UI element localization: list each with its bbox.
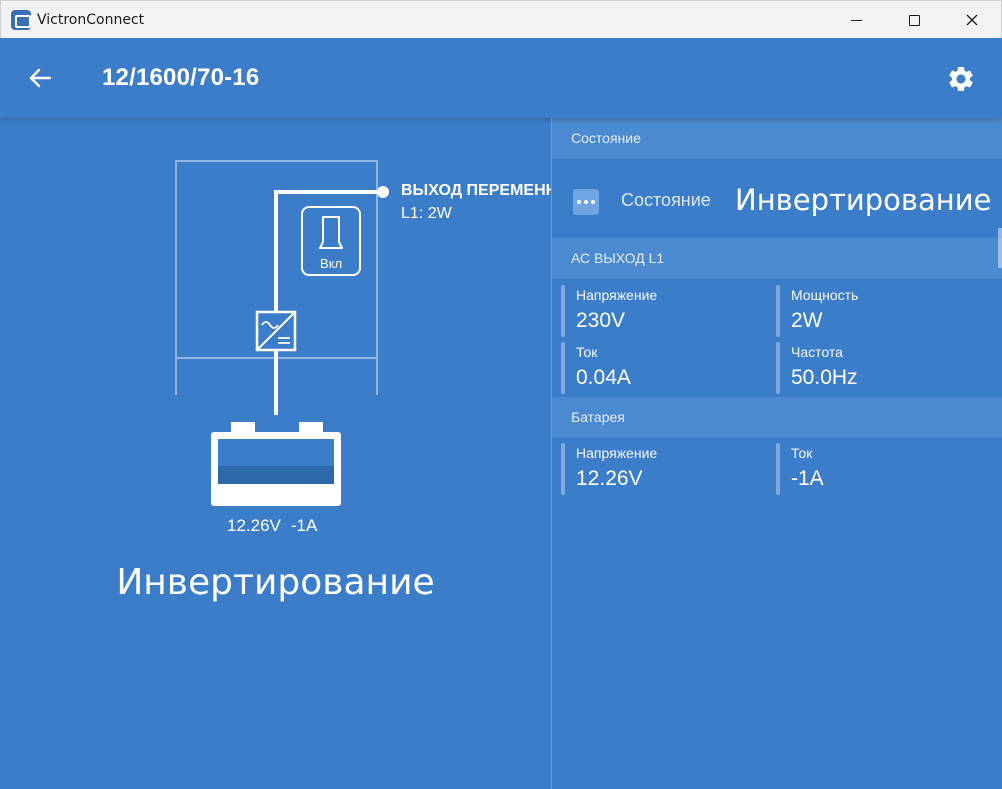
- ac-current-cell: Ток 0.04A: [561, 342, 761, 394]
- switch-label[interactable]: Вкл: [302, 256, 360, 271]
- system-overview-panel: ВЫХОД ПЕРЕМЕНН L1: 2W Вкл 12.26V -1A Инве…: [0, 118, 551, 789]
- ac-voltage-value: 230V: [576, 309, 626, 332]
- maximize-button[interactable]: [885, 1, 943, 39]
- battery-icon: [211, 422, 341, 506]
- output-terminal-dot: [377, 186, 389, 198]
- settings-button[interactable]: [946, 64, 976, 94]
- ac-voltage-label: Напряжение: [576, 287, 658, 303]
- gear-icon: [949, 67, 973, 91]
- device-state-large: Инвертирование: [116, 562, 435, 603]
- battery-current-value: -1A: [791, 467, 824, 490]
- battery-readout: 12.26V -1A: [227, 516, 317, 536]
- ac-frequency-value: 50.0Hz: [791, 366, 858, 389]
- ac-output-section-header: АС ВЫХОД L1: [552, 238, 1002, 279]
- battery-current-label: Ток: [791, 445, 813, 461]
- minimize-button[interactable]: [827, 1, 885, 39]
- state-label: Состояние: [621, 190, 711, 210]
- state-section-header: Состояние: [552, 118, 1002, 159]
- battery-voltage: 12.26V: [227, 516, 281, 535]
- ac-frequency-cell: Частота 50.0Hz: [776, 342, 976, 394]
- victron-app-icon: [11, 10, 31, 30]
- ac-voltage-cell: Напряжение 230V: [561, 285, 761, 337]
- battery-section-header: Батарея: [552, 397, 1002, 438]
- close-button[interactable]: [943, 1, 1001, 39]
- ac-power-cell: Мощность 2W: [776, 285, 976, 337]
- details-panel: Состояние Состояние Инвертирование АС ВЫ…: [552, 118, 1002, 789]
- scroll-indicator[interactable]: [998, 228, 1002, 268]
- battery-current: -1A: [290, 516, 318, 535]
- ac-output-value: L1: 2W: [401, 205, 452, 222]
- state-value: Инвертирование: [735, 183, 992, 217]
- ac-frequency-label: Частота: [791, 344, 843, 360]
- battery-voltage-value: 12.26V: [576, 467, 643, 490]
- maximize-icon: [908, 14, 920, 26]
- ac-output-title: ВЫХОД ПЕРЕМЕНН: [401, 182, 551, 199]
- ac-power-value: 2W: [791, 309, 823, 332]
- ac-current-value: 0.04A: [576, 366, 631, 389]
- close-icon: [966, 14, 978, 26]
- ac-power-label: Мощность: [791, 287, 859, 303]
- window-titlebar: VictronConnect: [0, 0, 1002, 38]
- back-button[interactable]: [26, 64, 54, 92]
- battery-current-cell: Ток -1A: [776, 443, 976, 495]
- inverter-symbol-icon: [255, 310, 297, 352]
- ac-current-label: Ток: [576, 344, 598, 360]
- battery-voltage-label: Напряжение: [576, 445, 658, 461]
- battery-voltage-cell: Напряжение 12.26V: [561, 443, 761, 495]
- minimize-icon: [850, 19, 862, 21]
- device-title: 12/1600/70-16: [102, 64, 260, 91]
- state-row: Состояние Инвертирование: [552, 159, 1002, 238]
- arrow-back-icon: [29, 68, 52, 88]
- app-header: 12/1600/70-16: [0, 38, 1002, 118]
- window-title: VictronConnect: [37, 12, 145, 28]
- more-options-icon[interactable]: [573, 189, 599, 215]
- system-diagram: [175, 160, 389, 506]
